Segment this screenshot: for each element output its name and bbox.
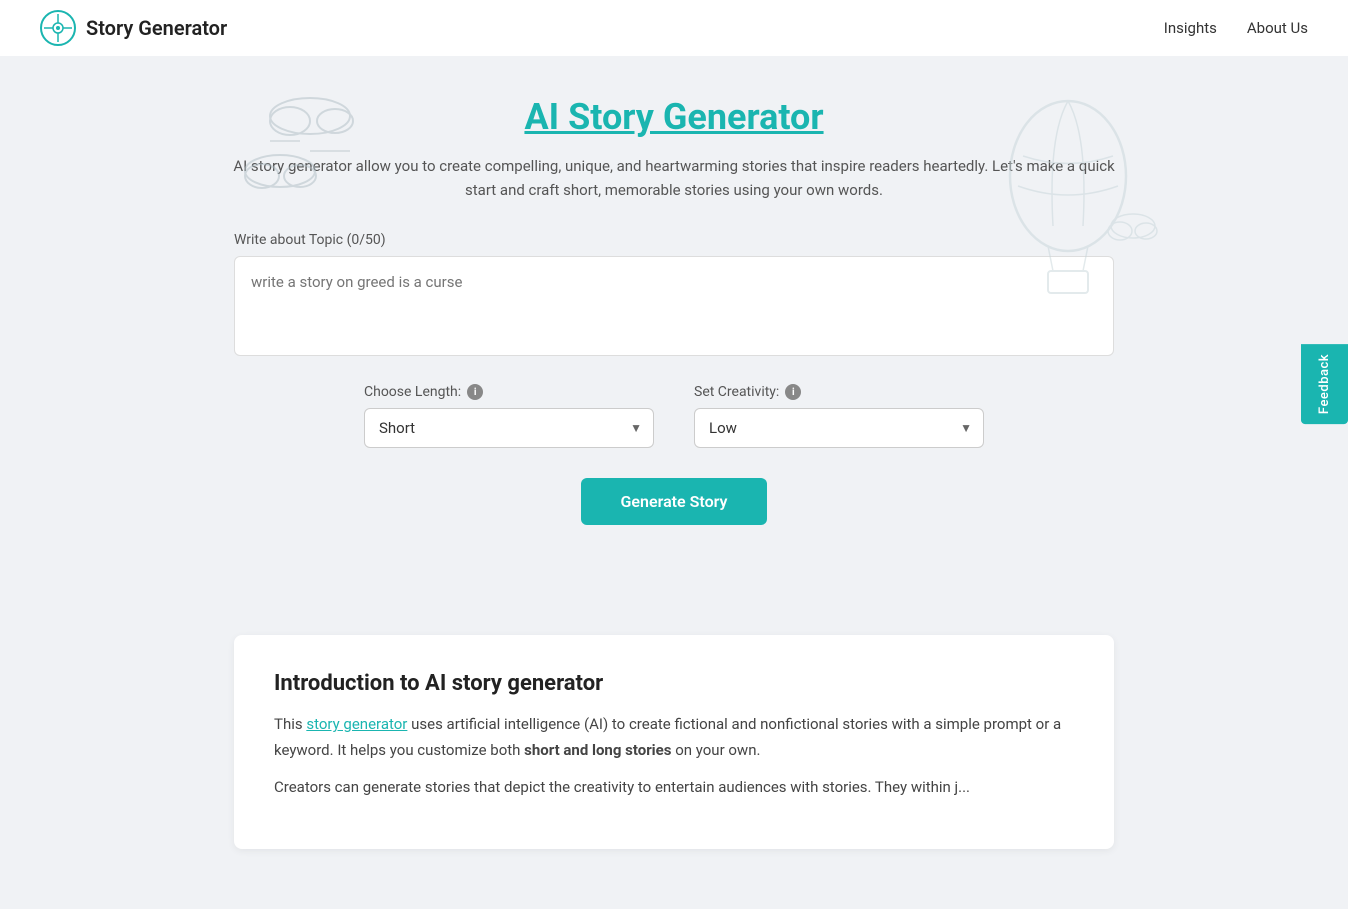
controls-row: Choose Length: i Short Medium Long ▼ Set… xyxy=(234,384,1114,448)
length-select[interactable]: Short Medium Long xyxy=(364,408,654,448)
logo-area: Story Generator xyxy=(40,10,227,46)
creativity-info-icon[interactable]: i xyxy=(785,384,801,400)
intro-bold-text: short and long stories xyxy=(524,741,671,759)
creativity-control-group: Set Creativity: i Low Medium High ▼ xyxy=(694,384,984,448)
app-title: Story Generator xyxy=(86,16,227,40)
nav-about-us[interactable]: About Us xyxy=(1247,19,1308,37)
header: Story Generator Insights About Us xyxy=(0,0,1348,56)
intro-paragraph-1: This story generator uses artificial int… xyxy=(274,712,1074,763)
intro-card: Introduction to AI story generator This … xyxy=(234,635,1114,849)
generate-button[interactable]: Generate Story xyxy=(581,478,768,525)
deco-clouds-left xyxy=(220,86,400,210)
creativity-select-wrapper: Low Medium High ▼ xyxy=(694,408,984,448)
logo-icon xyxy=(40,10,76,46)
length-select-wrapper: Short Medium Long ▼ xyxy=(364,408,654,448)
length-label: Choose Length: i xyxy=(364,384,654,400)
bottom-section: Introduction to AI story generator This … xyxy=(0,635,1348,909)
nav-insights[interactable]: Insights xyxy=(1164,19,1217,37)
feedback-tab-wrapper: Feedback xyxy=(1301,344,1348,424)
section-divider xyxy=(0,575,1348,635)
story-generator-link[interactable]: story generator xyxy=(306,715,407,733)
length-control-group: Choose Length: i Short Medium Long ▼ xyxy=(364,384,654,448)
intro-second-para: Creators can generate stories that depic… xyxy=(274,778,970,796)
hero-section: AI Story Generator AI story generator al… xyxy=(0,56,1348,575)
main-nav: Insights About Us xyxy=(1164,19,1308,37)
feedback-tab[interactable]: Feedback xyxy=(1301,344,1348,424)
deco-balloon-right xyxy=(968,76,1168,310)
creativity-select[interactable]: Low Medium High xyxy=(694,408,984,448)
intro-paragraph-2: Creators can generate stories that depic… xyxy=(274,775,1074,801)
creativity-label: Set Creativity: i xyxy=(694,384,984,400)
intro-text-after-bold: on your own. xyxy=(675,741,760,759)
intro-text-before: This xyxy=(274,715,306,733)
intro-title: Introduction to AI story generator xyxy=(274,671,1074,696)
length-info-icon[interactable]: i xyxy=(467,384,483,400)
